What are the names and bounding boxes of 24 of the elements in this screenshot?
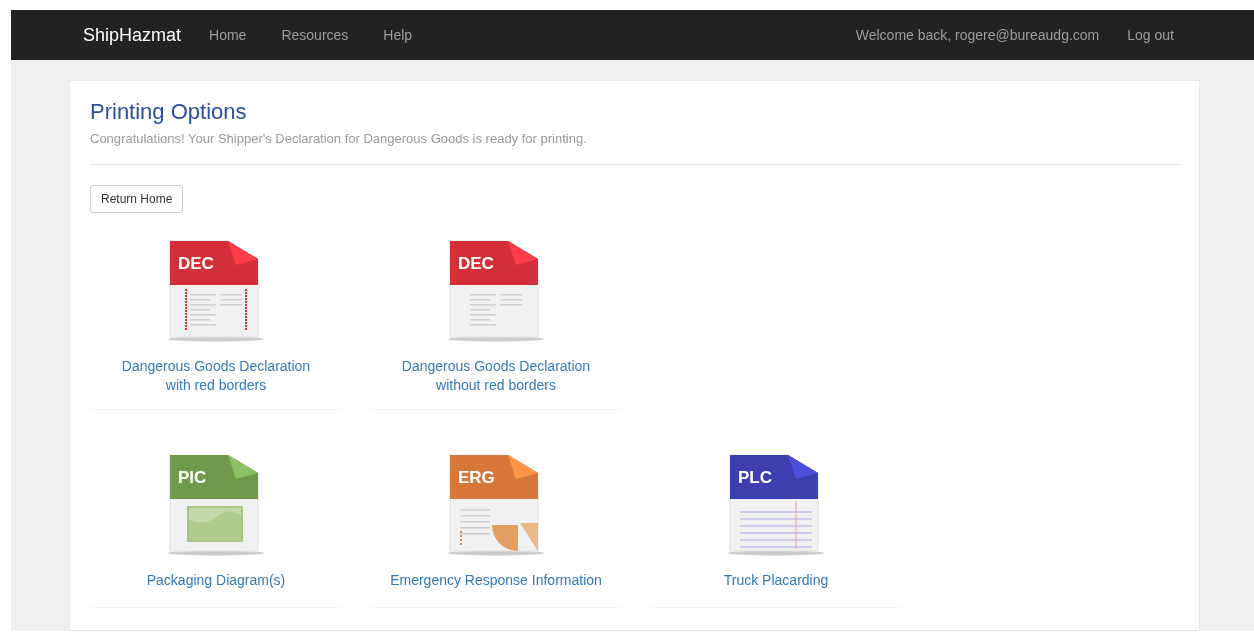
welcome-text: Welcome back, rogere@bureaudg.com <box>855 27 1100 43</box>
print-option-tile[interactable]: DEC Dangerous Goods Declaration without red borders <box>370 213 622 409</box>
option-link[interactable]: Dangerous Goods Declaration with red borders <box>121 357 311 395</box>
nav-link[interactable]: Help <box>383 27 413 43</box>
option-link[interactable]: Truck Placarding <box>723 571 829 590</box>
print-option-tile[interactable]: PLC Truck Placarding <box>650 427 902 607</box>
brand-link[interactable]: ShipHazmat <box>83 24 182 46</box>
file-type-label: DEC <box>178 254 214 273</box>
nav-link[interactable]: Resources <box>281 27 349 43</box>
file-type-label: ERG <box>458 468 495 487</box>
print-option-tile[interactable]: DEC Dangerous Goods Declaration with red borders <box>90 213 342 409</box>
print-option-tile[interactable]: PIC Packaging Diagram(s) <box>90 427 342 607</box>
option-link[interactable]: Emergency Response Information <box>390 571 602 590</box>
file-type-label: PIC <box>178 468 207 487</box>
return-home-button[interactable]: Return Home <box>90 185 184 213</box>
page-title: Printing Options <box>90 99 248 125</box>
option-link[interactable]: Packaging Diagram(s) <box>146 571 286 590</box>
print-option-tile[interactable]: ERG Emergency Response Information <box>370 427 622 607</box>
nav-link[interactable]: Home <box>209 27 247 43</box>
file-type-label: DEC <box>458 254 494 273</box>
logout-link[interactable]: Log out <box>1127 27 1174 43</box>
option-link[interactable]: Dangerous Goods Declaration without red borders <box>401 357 591 395</box>
subtitle-text: Congratulations! Your Shipper's Declaration for Dangerous Goods is ready for printing. <box>90 131 588 146</box>
file-type-label: PLC <box>738 468 772 487</box>
